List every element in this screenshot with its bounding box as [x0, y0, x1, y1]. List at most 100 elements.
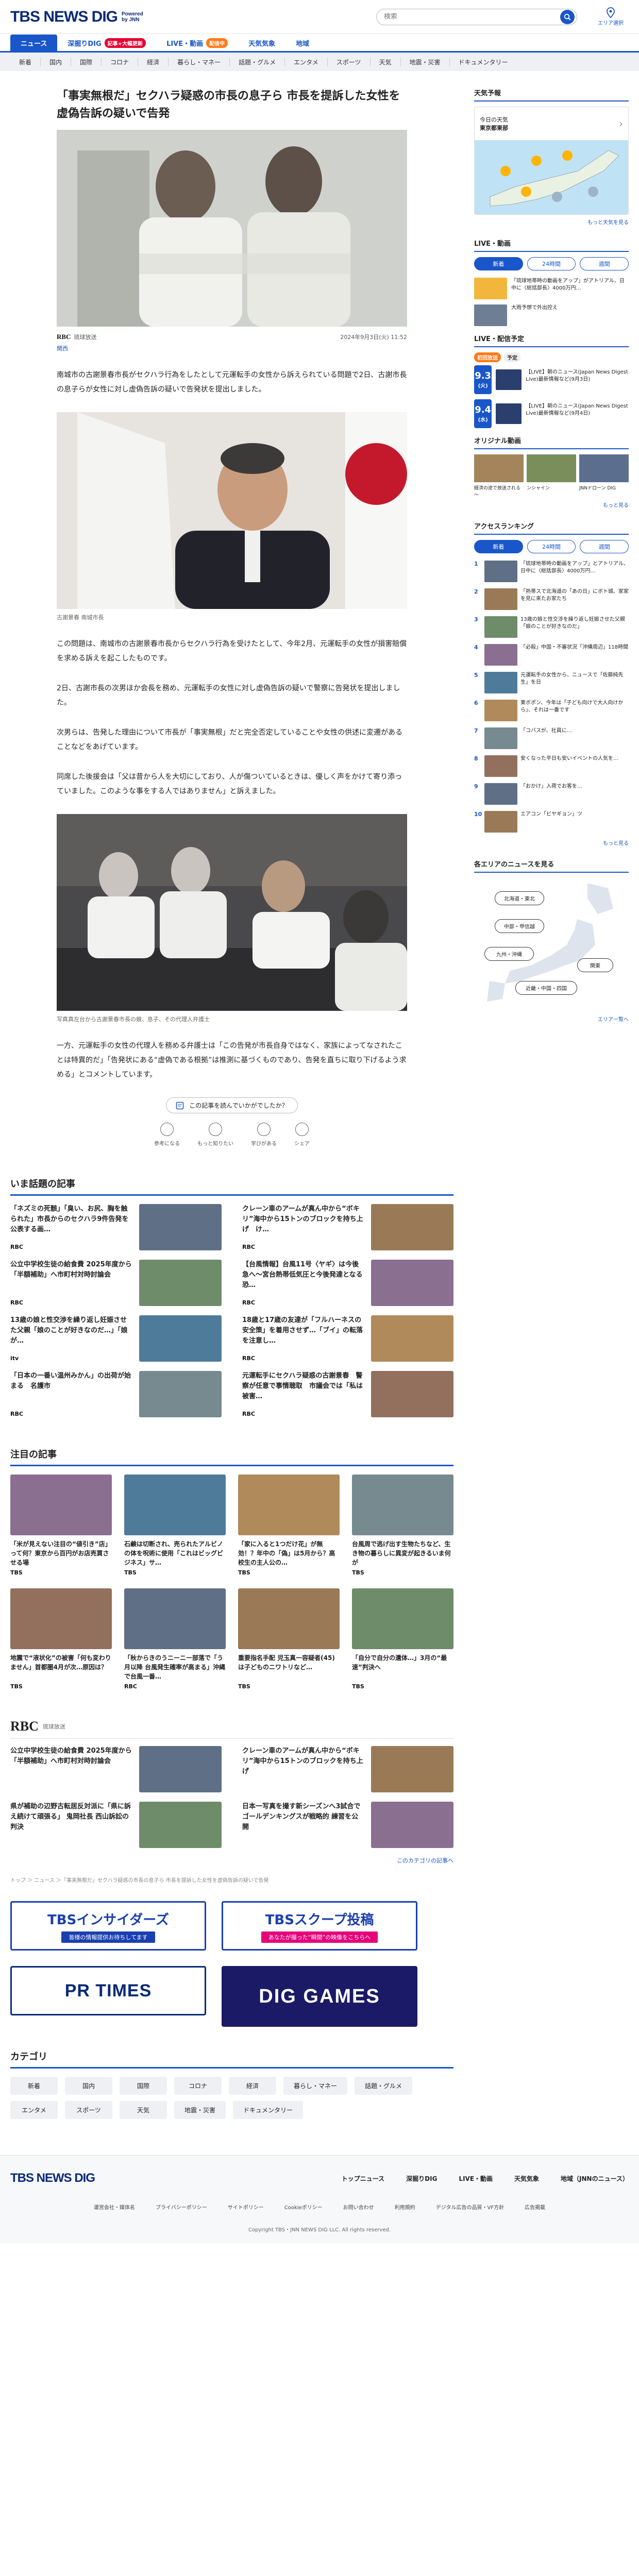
reaction-helpful-button[interactable]: 参考になる: [154, 1123, 180, 1147]
ranking-tab-new[interactable]: 新着: [474, 540, 523, 553]
original-video-item[interactable]: JNNドローン DIG: [579, 454, 629, 498]
tab-dig[interactable]: 深掘りDIG 記事+大幅更新: [57, 35, 156, 51]
featured-card[interactable]: 「米が見えない注目の“値引き”店」って何？東京から百円がお店売買させる場 TBS: [10, 1475, 112, 1576]
list-item[interactable]: 18歳と17歳の友達が「フルハーネスの安全策」を着用させず…「ブイ」の転落を注意…: [242, 1315, 453, 1362]
area-more-link[interactable]: エリア一覧へ: [474, 1015, 629, 1023]
category-chip[interactable]: エンタメ: [10, 2101, 58, 2119]
prtimes-banner[interactable]: PR TIMES: [10, 1966, 206, 2015]
list-item[interactable]: 公立中学校生徒の給食費 2025年度から「半額補助」へ市町村対時討論会: [10, 1746, 222, 1792]
category-link[interactable]: スポーツ: [328, 57, 371, 66]
list-item[interactable]: 【台風情報】台風11号〈ヤギ〉は今後急へ～宮台熱帯低気圧と今後発達となる恐… RB…: [242, 1260, 453, 1306]
featured-card[interactable]: 重要指名手配 児玉真一容疑者(45)は子どものニワトリなど… TBS: [238, 1588, 340, 1690]
dig-games-banner[interactable]: DIG GAMES: [222, 1966, 417, 2027]
featured-card[interactable]: 「秋からきのうニーニー部落で「う月以降 台風発生確率が高まる」沖縄で台風一番… R…: [124, 1588, 226, 1690]
list-item[interactable]: 「ネズミの死骸」「臭い、お尻、胸を触られた」市長からのセクハラ9件告発を公表する…: [10, 1204, 222, 1250]
ranking-item[interactable]: 9 「おかけ」入荷でお客を…: [474, 783, 629, 807]
live-item[interactable]: 大雨予想で外出控え: [474, 304, 629, 326]
original-more-link[interactable]: もっと見る: [474, 501, 629, 509]
live-tab-week[interactable]: 週間: [580, 257, 629, 270]
ranking-more-link[interactable]: もっと見る: [474, 839, 629, 846]
category-chip[interactable]: 天気: [120, 2101, 167, 2119]
category-chip[interactable]: ドキュメンタリー: [233, 2101, 304, 2119]
area-kyushu-okinawa[interactable]: 九州・沖縄: [484, 947, 534, 961]
original-video-item[interactable]: 経済の逆で放送される～: [474, 454, 524, 498]
category-link[interactable]: 国際: [71, 57, 102, 66]
footer-logo[interactable]: TBS NEWS DIG: [10, 2171, 95, 2185]
footer-legal-link[interactable]: デジタル広告の品質・VF方針: [436, 2203, 504, 2211]
scoop-banner[interactable]: TBSスクープ投稿 あなたが撮った“瞬間”の映像をこちらへ: [222, 1901, 417, 1951]
region-tag[interactable]: 関西: [57, 344, 407, 352]
live-tab-new[interactable]: 新着: [474, 257, 523, 270]
featured-card[interactable]: 「家に入ると1つだけ花」が無効！？年中の「偽」は5月から？高校生の主人公の… TB…: [238, 1475, 340, 1576]
list-item[interactable]: 13歳の娘と性交渉を繰り返し妊娠させた父親「娘のことが好きなのだ…」「娘が… it…: [10, 1315, 222, 1362]
schedule-item[interactable]: 9.3 (火) 【LIVE】朝のニュース(Japan News Digest Li…: [474, 365, 629, 394]
footer-nav-link[interactable]: 天気気象: [514, 2174, 539, 2183]
category-chip[interactable]: 国際: [120, 2077, 167, 2095]
footer-nav-link[interactable]: 地域（JNNのニュース）: [561, 2174, 629, 2183]
featured-card[interactable]: 石鹸は切断され、売られたアルビノの体を呪術に使用「これはビッグビジネス」サ… TB…: [124, 1475, 226, 1576]
category-chip[interactable]: 経済: [229, 2077, 276, 2095]
footer-legal-link[interactable]: 利用規約: [395, 2203, 415, 2211]
ranking-item[interactable]: 8 安くなった平日も安いイベントの人気を…: [474, 755, 629, 779]
category-link[interactable]: 暮らし・マネー: [169, 57, 230, 66]
category-link[interactable]: 天気: [371, 57, 401, 66]
ranking-item[interactable]: 7 「コバスが、社員に…: [474, 727, 629, 751]
article-source[interactable]: RBC 琉球放送: [57, 333, 96, 341]
site-logo[interactable]: TBS NEWS DIG Powered by JNN: [10, 8, 143, 26]
ranking-item[interactable]: 6 東ボポン、今年は「子ども向けで大人向けから」、それは一番です: [474, 700, 629, 723]
list-item[interactable]: 公立中学校生徒の給食費 2025年度から「半額補助」へ市町村対時討論会 RBC: [10, 1260, 222, 1306]
ranking-item[interactable]: 5 元運転手の女性から、ニュースで「佐藤純先生」を日: [474, 672, 629, 696]
footer-legal-link[interactable]: Cookieポリシー: [284, 2203, 323, 2211]
search-input[interactable]: [384, 13, 549, 21]
ranking-tab-24h[interactable]: 24時間: [527, 540, 576, 553]
tab-live[interactable]: LIVE・動画 配信中: [156, 35, 238, 51]
category-link[interactable]: 新着: [10, 57, 41, 66]
list-item[interactable]: 県が補助の辺野古転居反対派に「県に訴え続けて頑張る」 鬼岡社長 西山訴訟の判決: [10, 1802, 222, 1848]
area-kinki-chugoku-shikoku[interactable]: 近畿・中国・四国: [515, 981, 577, 995]
reaction-more-button[interactable]: もっと知りたい: [197, 1123, 233, 1147]
footer-nav-link[interactable]: トップニュース: [342, 2174, 384, 2183]
ranking-item[interactable]: 10 エアコン「ビヤギョン」ツ: [474, 811, 629, 835]
category-link[interactable]: エンタメ: [285, 57, 328, 66]
category-chip[interactable]: コロナ: [174, 2077, 222, 2095]
insiders-banner[interactable]: TBSインサイダーズ 皆様の情報提供お待ちしてます: [10, 1901, 206, 1951]
category-chip[interactable]: 新着: [10, 2077, 58, 2095]
list-item[interactable]: 元運転手にセクハラ疑惑の古謝景春 警察が任意で事情聴取 市議会では「私は被害… R…: [242, 1371, 453, 1417]
area-kanto[interactable]: 関東: [577, 958, 613, 972]
footer-legal-link[interactable]: 広告掲載: [525, 2203, 545, 2211]
footer-nav-link[interactable]: LIVE・動画: [459, 2174, 493, 2183]
share-button[interactable]: シェア: [294, 1123, 310, 1147]
featured-card[interactable]: 地震で“液状化”の被害「何も変わりません」首都圏4月が次…原因は？ TBS: [10, 1588, 112, 1690]
weather-more-link[interactable]: もっと天気を見る: [474, 218, 629, 226]
featured-card[interactable]: 「自分で自分の遺体…」3月の“最速”判決へ TBS: [352, 1588, 453, 1690]
category-link[interactable]: コロナ: [102, 57, 139, 66]
category-chip[interactable]: 話題・グルメ: [355, 2077, 413, 2095]
search-button[interactable]: [560, 9, 575, 24]
reaction-learn-button[interactable]: 学びがある: [251, 1123, 277, 1147]
ranking-item[interactable]: 3 13歳の娘と性交渉を繰り返し妊娠させた父親「娘のことが好きなのだ」: [474, 616, 629, 640]
original-video-item[interactable]: ンシャイン: [527, 454, 576, 498]
live-item[interactable]: 「琉球地帯時の動画をアップ」がアトリアル、日中に〈総括部長〉4000万円…: [474, 278, 629, 299]
footer-legal-link[interactable]: プライバシーポリシー: [156, 2203, 207, 2211]
category-chip[interactable]: 地震・災害: [174, 2101, 226, 2119]
ranking-item[interactable]: 1 「琉球地帯時の動画をアップ」とアトリアル、日中に〈総括部長〉4000万円…: [474, 561, 629, 584]
category-link[interactable]: 地震・災害: [401, 57, 450, 66]
category-chip[interactable]: 暮らし・マネー: [283, 2077, 348, 2095]
category-chip[interactable]: 国内: [65, 2077, 112, 2095]
tab-weather[interactable]: 天気気象: [238, 35, 285, 51]
list-item[interactable]: クレーン車のアームが真ん中から“ボキリ”海中から15トンのブロックを持ち上げ け…: [242, 1204, 453, 1250]
category-link[interactable]: 国内: [41, 57, 72, 66]
list-item[interactable]: クレーン車のアームが真ん中から“ボキリ”海中から15トンのブロックを持ち上げ: [242, 1746, 453, 1792]
weather-widget[interactable]: 今日の天気 東京都東部 ›: [474, 107, 629, 215]
category-link[interactable]: 話題・グルメ: [230, 57, 285, 66]
breadcrumb[interactable]: トップ ＞ ニュース ＞「事実無根だ」セクハラ疑惑の市長の息子ら 市長を提訴した…: [10, 1876, 453, 1884]
featured-card[interactable]: 台風周で逃げ出す生物たちなど、生き物の暮らしに異変が起きるいま何が TBS: [352, 1475, 453, 1576]
ranking-item[interactable]: 4 「必殺」中国・不審状況「沖縄周辺」118時間: [474, 644, 629, 668]
rbc-more-link[interactable]: このカテゴリの記事へ: [10, 1856, 453, 1865]
footer-legal-link[interactable]: サイトポリシー: [228, 2203, 264, 2211]
list-item[interactable]: 「日本の一番い温州みかん」の出荷が始まる 名護市 RBC: [10, 1371, 222, 1417]
category-link[interactable]: 経済: [138, 57, 169, 66]
footer-legal-link[interactable]: お問い合わせ: [343, 2203, 374, 2211]
category-chip[interactable]: スポーツ: [65, 2101, 112, 2119]
list-item[interactable]: 日本一写真を撮す新シーズンへ3試合でゴールデンキングスが戦略的 練習を公開: [242, 1802, 453, 1848]
